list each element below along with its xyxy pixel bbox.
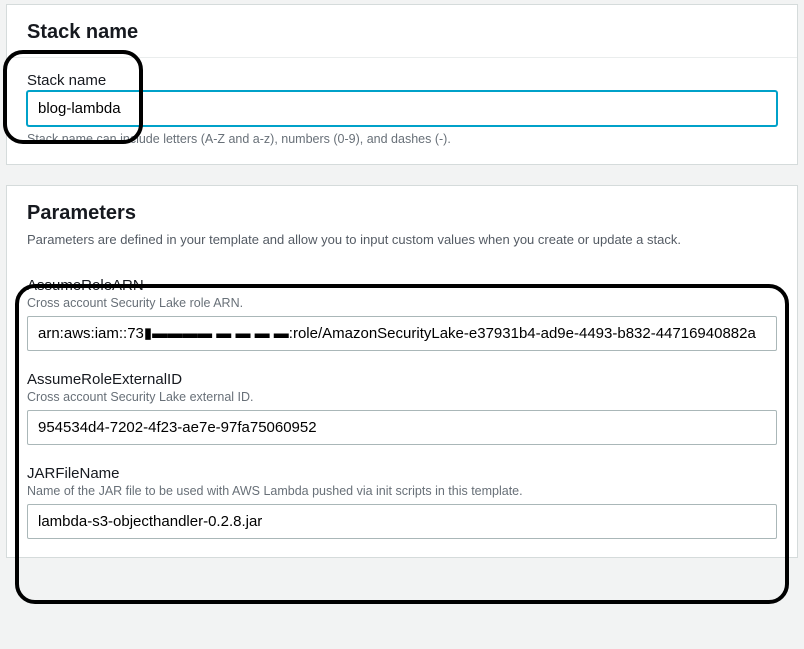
stack-name-input[interactable] [27, 91, 777, 126]
param-assumerolearn-name: AssumeRoleARN [27, 277, 777, 294]
parameters-body: AssumeRoleARN Cross account Security Lak… [7, 259, 797, 557]
stack-name-body: Stack name Stack name can include letter… [7, 58, 797, 164]
stack-name-title: Stack name [27, 19, 777, 45]
param-assumerolearn-desc: Cross account Security Lake role ARN. [27, 296, 777, 310]
param-assumeroleexternalid-input[interactable] [27, 410, 777, 445]
param-jarfilename-name: JARFileName [27, 465, 777, 482]
stack-name-header: Stack name [7, 5, 797, 58]
param-jarfilename: JARFileName Name of the JAR file to be u… [27, 465, 777, 539]
parameters-panel: Parameters Parameters are defined in you… [6, 185, 798, 558]
parameters-header: Parameters Parameters are defined in you… [7, 186, 797, 259]
parameters-title: Parameters [27, 200, 777, 226]
param-assumeroleexternalid-name: AssumeRoleExternalID [27, 371, 777, 388]
param-assumerolearn: AssumeRoleARN Cross account Security Lak… [27, 277, 777, 351]
parameters-subtitle: Parameters are defined in your template … [27, 232, 777, 247]
param-assumerolearn-input[interactable] [27, 316, 777, 351]
param-jarfilename-input[interactable] [27, 504, 777, 539]
stack-name-helper: Stack name can include letters (A-Z and … [27, 132, 777, 146]
param-jarfilename-desc: Name of the JAR file to be used with AWS… [27, 484, 777, 498]
param-assumeroleexternalid-desc: Cross account Security Lake external ID. [27, 390, 777, 404]
stack-name-field-label: Stack name [27, 72, 777, 89]
param-assumeroleexternalid: AssumeRoleExternalID Cross account Secur… [27, 371, 777, 445]
stack-name-panel: Stack name Stack name Stack name can inc… [6, 4, 798, 165]
